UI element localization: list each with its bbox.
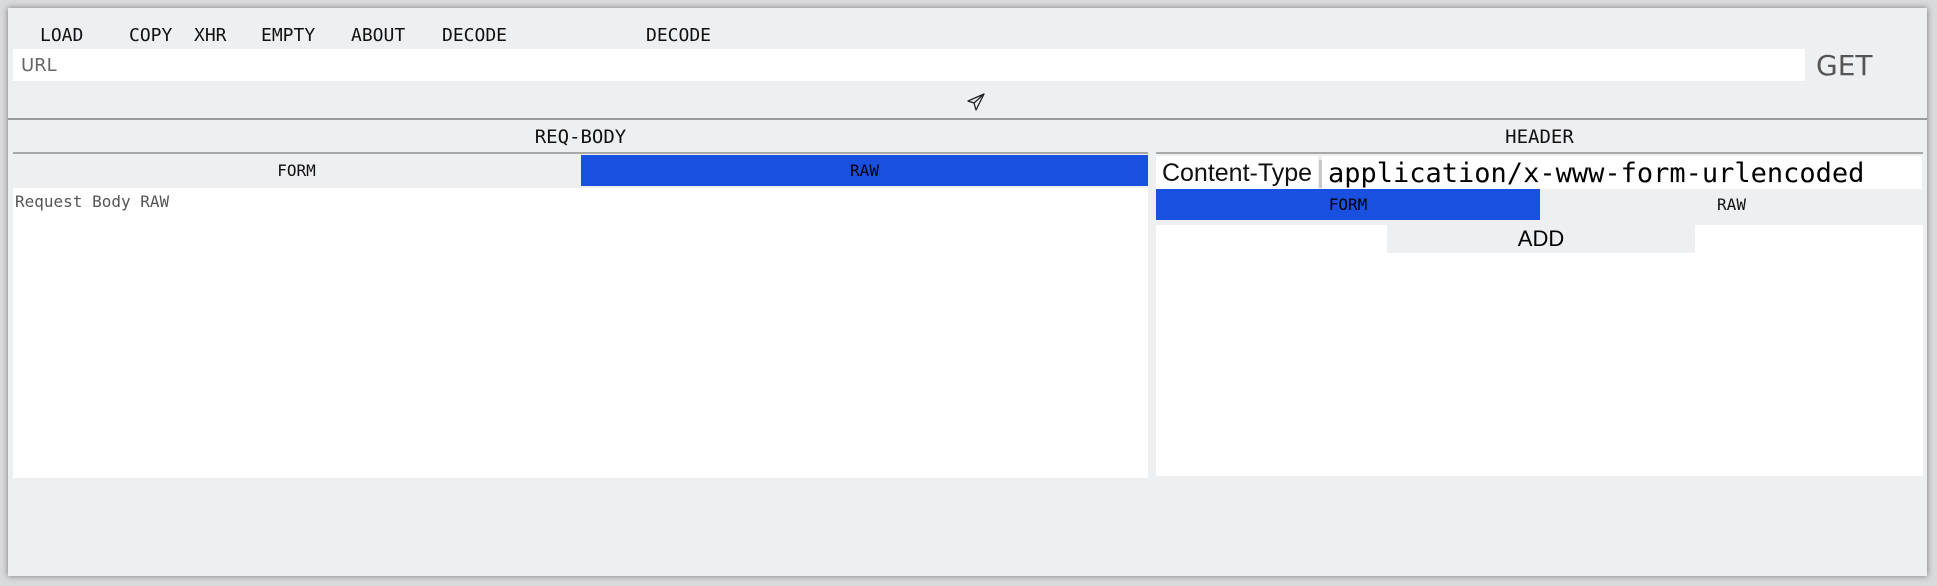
request-body-raw-textarea[interactable] [13,188,1148,478]
header-title: HEADER [1505,126,1574,148]
paper-plane-icon [967,93,985,111]
divider [8,118,1927,120]
url-input[interactable] [13,49,1805,81]
content-type-key: Content-Type [1156,156,1318,190]
add-header-button[interactable]: ADD [1387,225,1695,253]
req-body-title: REQ-BODY [534,126,627,148]
header-tab-form[interactable]: FORM [1156,189,1540,220]
content-type-value-input[interactable] [1322,156,1922,190]
header-divider [1156,152,1923,154]
content-type-row: Content-Type [1156,156,1922,190]
req-body-tab-raw[interactable]: RAW [581,155,1148,186]
req-body-divider [13,152,1148,154]
http-method-label[interactable]: GET [1816,48,1873,84]
app-window: LOAD COPY XHR EMPTY ABOUT DECODE DECODE … [8,8,1927,576]
header-form-area [1156,225,1923,476]
header-tab-raw[interactable]: RAW [1540,189,1923,220]
req-body-tab-form[interactable]: FORM [13,155,580,186]
send-button[interactable] [963,89,989,115]
